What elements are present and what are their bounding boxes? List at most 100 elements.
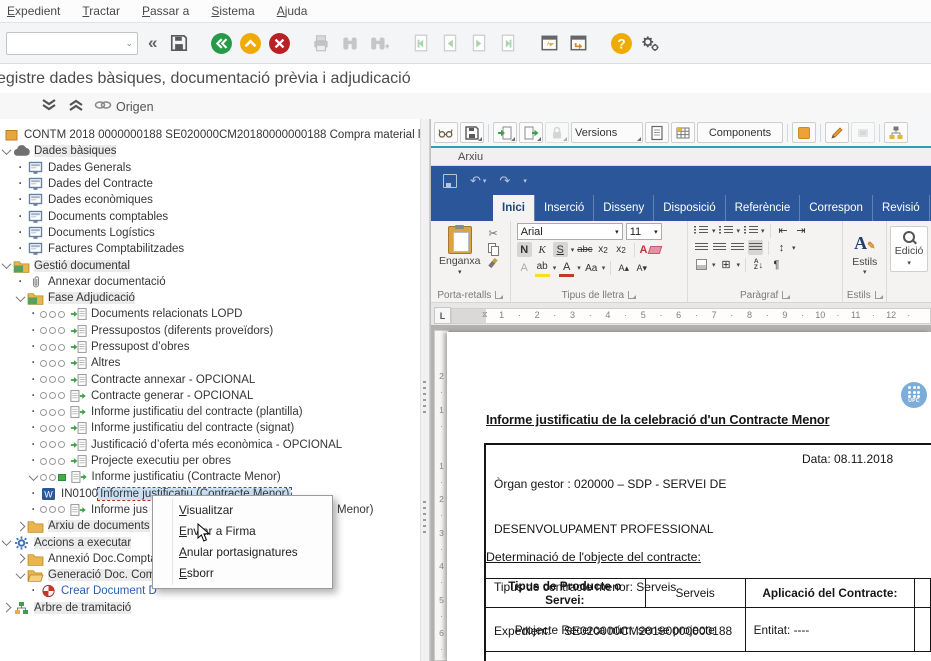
highlight-color-button[interactable]: ab [535, 259, 550, 277]
increase-indent-icon[interactable]: ⇥ [794, 223, 809, 238]
chevron-down-icon[interactable] [27, 474, 40, 481]
font-color-button[interactable]: A [559, 259, 574, 277]
command-field[interactable]: ⌄ [6, 32, 138, 55]
paste-button[interactable]: Enganxa ▾ [439, 226, 480, 288]
previous-page-icon[interactable] [438, 31, 462, 55]
back-icon[interactable] [209, 31, 233, 55]
expand-all-icon[interactable] [67, 98, 85, 115]
line-spacing-icon[interactable]: ↕ [774, 240, 789, 255]
justify-icon[interactable] [748, 240, 763, 255]
ribbon-tab-correspon[interactable]: Correspon [799, 195, 872, 221]
tree-item[interactable]: Dades bàsiques [0, 143, 420, 159]
tree-item[interactable]: ·Contracte annexar - OPCIONAL [0, 371, 420, 387]
strikethrough-button[interactable]: abc [577, 242, 592, 257]
panel-splitter[interactable] [420, 119, 430, 661]
shortcut-icon[interactable] [567, 31, 591, 55]
origen-button[interactable]: Origen [94, 98, 154, 115]
ribbon-tab-revisió[interactable]: Revisió [872, 195, 929, 221]
context-menu-item-esborr[interactable]: Esborr [153, 563, 332, 584]
tree-item[interactable]: ·Informe justificatiu del contracte (sig… [0, 420, 420, 436]
chevron-right-icon[interactable] [14, 555, 27, 562]
first-page-icon[interactable] [409, 31, 433, 55]
lock-button[interactable] [545, 122, 569, 143]
next-page-icon[interactable] [467, 31, 491, 55]
chevron-down-icon[interactable] [0, 262, 13, 269]
clear-formatting-button[interactable]: A [640, 242, 662, 257]
tree-item[interactable]: ·Documents Logístics [0, 225, 420, 241]
versions-button[interactable]: Versions [571, 122, 643, 143]
styles-button[interactable]: A✎ Estils ▾ [843, 221, 886, 288]
undo-icon[interactable]: ↶▾ [470, 173, 486, 189]
help-icon[interactable]: ? [609, 31, 633, 55]
shading-icon[interactable] [694, 257, 709, 272]
tree-item[interactable]: ·Dades Generals [0, 160, 420, 176]
tree-item[interactable]: ·Informe justificatiu del contracte (pla… [0, 404, 420, 420]
shrink-font-button[interactable]: A▾ [634, 261, 649, 276]
print-icon[interactable] [309, 31, 333, 55]
change-case-button[interactable]: Aa [584, 261, 599, 276]
display-mode-button[interactable] [434, 122, 458, 143]
dialog-launcher-icon[interactable] [875, 291, 883, 299]
ribbon-tab-referèncie[interactable]: Referèncie [725, 195, 800, 221]
align-left-icon[interactable] [694, 240, 709, 255]
tab-selector[interactable]: L [434, 307, 451, 324]
underline-button[interactable]: S [553, 242, 568, 257]
show-formatting-icon[interactable]: ¶ [769, 257, 784, 272]
chevron-right-icon[interactable] [0, 604, 13, 611]
tree-item[interactable]: Gestió documental [0, 257, 420, 273]
dialog-launcher-icon[interactable] [628, 291, 636, 299]
tree-item[interactable]: ·Pressupost d’obres [0, 339, 420, 355]
menu-item-sistema[interactable]: Sistema [200, 1, 265, 21]
decrease-indent-icon[interactable]: ⇤ [776, 223, 791, 238]
highlight-tool-button[interactable] [792, 122, 816, 143]
tree-item[interactable]: ·Contracte generar - OPCIONAL [0, 388, 420, 404]
bullet-list-icon[interactable] [694, 223, 709, 238]
tree-item[interactable]: Informe justificatiu (Contracte Menor) [0, 469, 420, 485]
bold-button[interactable]: N [517, 242, 532, 257]
dialog-launcher-icon[interactable] [495, 291, 503, 299]
file-menu-row[interactable]: Arxiu [431, 148, 931, 166]
menu-item-expedient[interactable]: Expedient [0, 1, 71, 21]
editing-button[interactable]: Edició ▾ [890, 226, 928, 272]
last-page-icon[interactable] [496, 31, 520, 55]
align-center-icon[interactable] [712, 240, 727, 255]
chevron-down-icon[interactable] [0, 148, 13, 155]
subscript-button[interactable]: x2 [596, 242, 611, 257]
text-effects-button[interactable]: A [517, 261, 532, 276]
customize-icon[interactable] [638, 31, 662, 55]
format-painter-icon[interactable] [488, 258, 495, 268]
quick-access-dropdown-icon[interactable]: ▾ [523, 177, 527, 185]
hierarchy-button[interactable] [884, 122, 908, 143]
numbered-list-icon[interactable] [719, 223, 734, 238]
sort-icon[interactable]: AZ↓ [751, 257, 766, 272]
chevron-down-icon[interactable] [0, 539, 13, 546]
tree-item[interactable]: ·Annexar documentació [0, 274, 420, 290]
ribbon-tab-disposició[interactable]: Disposició [653, 195, 724, 221]
italic-button[interactable]: K [535, 242, 550, 257]
font-name-select[interactable]: Arial▾ [517, 223, 623, 240]
save-document-button[interactable] [460, 122, 484, 143]
collapse-toolbar-icon[interactable]: « [148, 33, 157, 53]
context-menu-item-anular-portasignatures[interactable]: Anular portasignatures [153, 542, 332, 563]
cancel-icon[interactable] [267, 31, 291, 55]
borders-icon[interactable]: ⊞ [719, 257, 734, 272]
tree-item[interactable]: ·Dades econòmiques [0, 192, 420, 208]
context-menu-item-visualitzar[interactable]: Visualitzar [153, 500, 332, 521]
tree-item[interactable]: ·Factures Comptabilitzades [0, 241, 420, 257]
context-menu-item-enviar-a-firma[interactable]: Enviar a Firma [153, 521, 332, 542]
dialog-launcher-icon[interactable] [782, 291, 790, 299]
exit-icon[interactable] [238, 31, 262, 55]
tree-item[interactable]: ·Documents relacionats LOPD [0, 306, 420, 322]
tree-item[interactable]: ·Documents comptables [0, 208, 420, 224]
find-icon[interactable] [338, 31, 362, 55]
chevron-right-icon[interactable] [14, 523, 27, 530]
tree-item[interactable]: CONTM 2018 0000000188 SE020000CM20180000… [0, 127, 420, 143]
components-button[interactable]: Components [697, 122, 783, 143]
find-next-icon[interactable] [367, 31, 391, 55]
table-view-button[interactable] [671, 122, 695, 143]
menu-item-passar-a[interactable]: Passar a [131, 1, 200, 21]
copy-icon[interactable] [488, 243, 499, 254]
grow-font-button[interactable]: A▴ [616, 261, 631, 276]
save-icon[interactable] [167, 31, 191, 55]
tree-item[interactable]: Fase Adjudicació [0, 290, 420, 306]
